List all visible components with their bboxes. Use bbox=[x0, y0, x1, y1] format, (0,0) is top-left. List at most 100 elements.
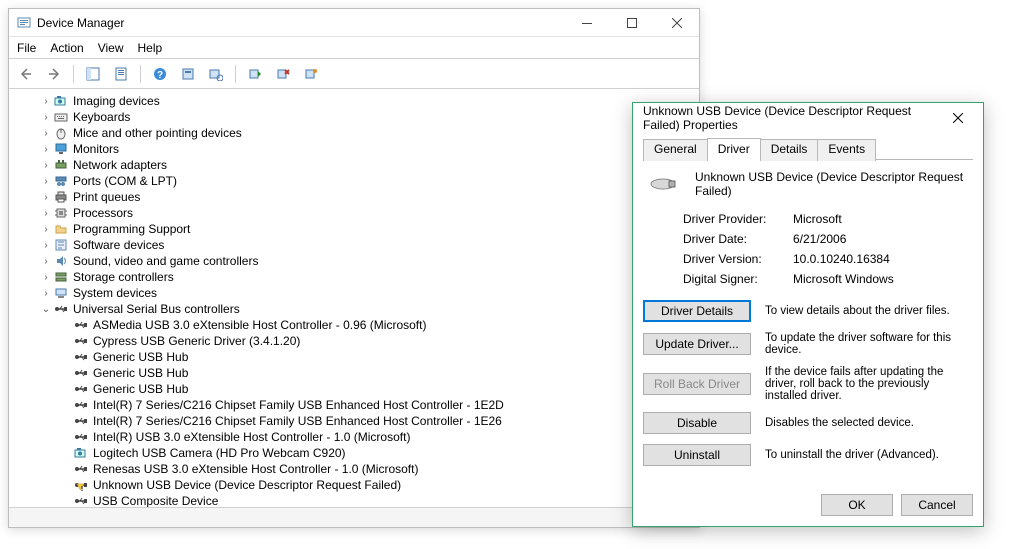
cpu-icon bbox=[53, 206, 69, 220]
tree-item-label: Intel(R) 7 Series/C216 Chipset Family US… bbox=[93, 414, 502, 428]
chevron-right-icon[interactable]: › bbox=[39, 240, 53, 251]
tree-item[interactable]: › Imaging devices bbox=[11, 93, 699, 109]
chevron-right-icon[interactable]: › bbox=[39, 160, 53, 171]
tree-item[interactable]: ›Keyboards bbox=[11, 109, 699, 125]
usb-icon bbox=[73, 318, 89, 332]
usb-icon bbox=[73, 334, 89, 348]
chevron-down-icon[interactable]: ⌄ bbox=[39, 304, 53, 315]
usb-device-icon bbox=[649, 174, 677, 194]
tree-item-label: USB Composite Device bbox=[93, 494, 218, 507]
tab-driver[interactable]: Driver bbox=[707, 138, 761, 160]
chevron-right-icon[interactable]: › bbox=[39, 272, 53, 283]
chevron-right-icon[interactable]: › bbox=[39, 192, 53, 203]
uninstall-desc: To uninstall the driver (Advanced). bbox=[765, 449, 973, 461]
tree-item[interactable]: › Storage controllers bbox=[11, 269, 699, 285]
titlebar[interactable]: Device Manager bbox=[9, 9, 699, 37]
tree-item[interactable]: › Processors bbox=[11, 205, 699, 221]
tree-item-label: Storage controllers bbox=[73, 270, 174, 284]
tree-item-label: Processors bbox=[73, 206, 133, 220]
devmgr-icon bbox=[17, 16, 31, 30]
disable-desc: Disables the selected device. bbox=[765, 417, 973, 429]
tree-item[interactable]: Cypress USB Generic Driver (3.4.1.20) bbox=[11, 333, 699, 349]
storage-icon bbox=[53, 270, 69, 284]
monitor-icon bbox=[53, 142, 69, 156]
version-value: 10.0.10240.16384 bbox=[793, 252, 890, 266]
forward-button[interactable] bbox=[43, 63, 65, 85]
chevron-right-icon[interactable]: › bbox=[39, 112, 53, 123]
tree-item[interactable]: USB Composite Device bbox=[11, 493, 699, 507]
chevron-right-icon[interactable]: › bbox=[39, 288, 53, 299]
tab-details[interactable]: Details bbox=[760, 139, 819, 161]
help-button[interactable]: ? bbox=[149, 63, 171, 85]
tree-item[interactable]: Generic USB Hub bbox=[11, 365, 699, 381]
tree-item[interactable]: › Sound, video and game controllers bbox=[11, 253, 699, 269]
tree-item[interactable]: Generic USB Hub bbox=[11, 349, 699, 365]
tab-events[interactable]: Events bbox=[817, 139, 876, 161]
menu-help[interactable]: Help bbox=[138, 41, 163, 55]
software-icon bbox=[53, 238, 69, 252]
tree-item[interactable]: ASMedia USB 3.0 eXtensible Host Controll… bbox=[11, 317, 699, 333]
scan-hardware-button[interactable] bbox=[205, 63, 227, 85]
svg-text:!: ! bbox=[81, 486, 83, 492]
disable-button[interactable] bbox=[300, 63, 322, 85]
back-button[interactable] bbox=[15, 63, 37, 85]
window-title: Device Manager bbox=[37, 16, 564, 30]
uninstall-button[interactable]: Uninstall bbox=[643, 444, 751, 466]
tree-item[interactable]: Intel(R) 7 Series/C216 Chipset Family US… bbox=[11, 397, 699, 413]
chevron-right-icon[interactable]: › bbox=[39, 208, 53, 219]
menu-view[interactable]: View bbox=[98, 41, 124, 55]
tree-item-label: System devices bbox=[73, 286, 157, 300]
tree-item-label: Cypress USB Generic Driver (3.4.1.20) bbox=[93, 334, 300, 348]
tree-item[interactable]: Logitech USB Camera (HD Pro Webcam C920) bbox=[11, 445, 699, 461]
chevron-right-icon[interactable]: › bbox=[39, 144, 53, 155]
driver-details-button[interactable]: Driver Details bbox=[643, 300, 751, 322]
usbwarn-icon: ! bbox=[73, 478, 89, 492]
menubar: File Action View Help bbox=[9, 37, 699, 59]
tree-item[interactable]: ›Monitors bbox=[11, 141, 699, 157]
menu-file[interactable]: File bbox=[17, 41, 36, 55]
device-tree[interactable]: › Imaging devices›Keyboards›Mice and othe… bbox=[9, 91, 699, 507]
tree-item[interactable]: Renesas USB 3.0 eXtensible Host Controll… bbox=[11, 461, 699, 477]
show-hide-tree-button[interactable] bbox=[82, 63, 104, 85]
properties-button[interactable] bbox=[110, 63, 132, 85]
chevron-right-icon[interactable]: › bbox=[39, 176, 53, 187]
tree-item[interactable]: Generic USB Hub bbox=[11, 381, 699, 397]
provider-label: Driver Provider: bbox=[683, 212, 793, 226]
menu-action[interactable]: Action bbox=[50, 41, 83, 55]
ok-button[interactable]: OK bbox=[821, 494, 893, 516]
tree-item[interactable]: ›Ports (COM & LPT) bbox=[11, 173, 699, 189]
tree-item-label: Imaging devices bbox=[73, 94, 160, 108]
mouse-icon bbox=[53, 126, 69, 140]
tree-item-label: ASMedia USB 3.0 eXtensible Host Controll… bbox=[93, 318, 426, 332]
tree-item[interactable]: ›Programming Support bbox=[11, 221, 699, 237]
chevron-right-icon[interactable]: › bbox=[39, 128, 53, 139]
tree-item[interactable]: Intel(R) 7 Series/C216 Chipset Family US… bbox=[11, 413, 699, 429]
tree-item-label: Universal Serial Bus controllers bbox=[73, 302, 240, 316]
tree-item-label: Sound, video and game controllers bbox=[73, 254, 258, 268]
tree-item-label: Generic USB Hub bbox=[93, 382, 188, 396]
maximize-button[interactable] bbox=[609, 9, 654, 37]
tree-item[interactable]: › System devices bbox=[11, 285, 699, 301]
minimize-button[interactable] bbox=[564, 9, 609, 37]
titlebar[interactable]: Unknown USB Device (Device Descriptor Re… bbox=[633, 103, 983, 133]
close-button[interactable] bbox=[937, 104, 979, 132]
tree-item[interactable]: ›Network adapters bbox=[11, 157, 699, 173]
action-icon[interactable] bbox=[177, 63, 199, 85]
update-driver-button[interactable] bbox=[244, 63, 266, 85]
update-driver-button[interactable]: Update Driver... bbox=[643, 333, 751, 355]
cancel-button[interactable]: Cancel bbox=[901, 494, 973, 516]
tab-general[interactable]: General bbox=[643, 139, 708, 161]
tree-item[interactable]: ›Software devices bbox=[11, 237, 699, 253]
chevron-right-icon[interactable]: › bbox=[39, 224, 53, 235]
uninstall-button[interactable] bbox=[272, 63, 294, 85]
tree-item[interactable]: ›Mice and other pointing devices bbox=[11, 125, 699, 141]
close-button[interactable] bbox=[654, 9, 699, 37]
tree-item[interactable]: Intel(R) USB 3.0 eXtensible Host Control… bbox=[11, 429, 699, 445]
disable-button[interactable]: Disable bbox=[643, 412, 751, 434]
chevron-right-icon[interactable]: › bbox=[39, 96, 53, 107]
tree-item[interactable]: ›Print queues bbox=[11, 189, 699, 205]
tree-item-label: Renesas USB 3.0 eXtensible Host Controll… bbox=[93, 462, 418, 476]
tree-item[interactable]: ⌄ Universal Serial Bus controllers bbox=[11, 301, 699, 317]
tree-item[interactable]: !Unknown USB Device (Device Descriptor R… bbox=[11, 477, 699, 493]
chevron-right-icon[interactable]: › bbox=[39, 256, 53, 267]
